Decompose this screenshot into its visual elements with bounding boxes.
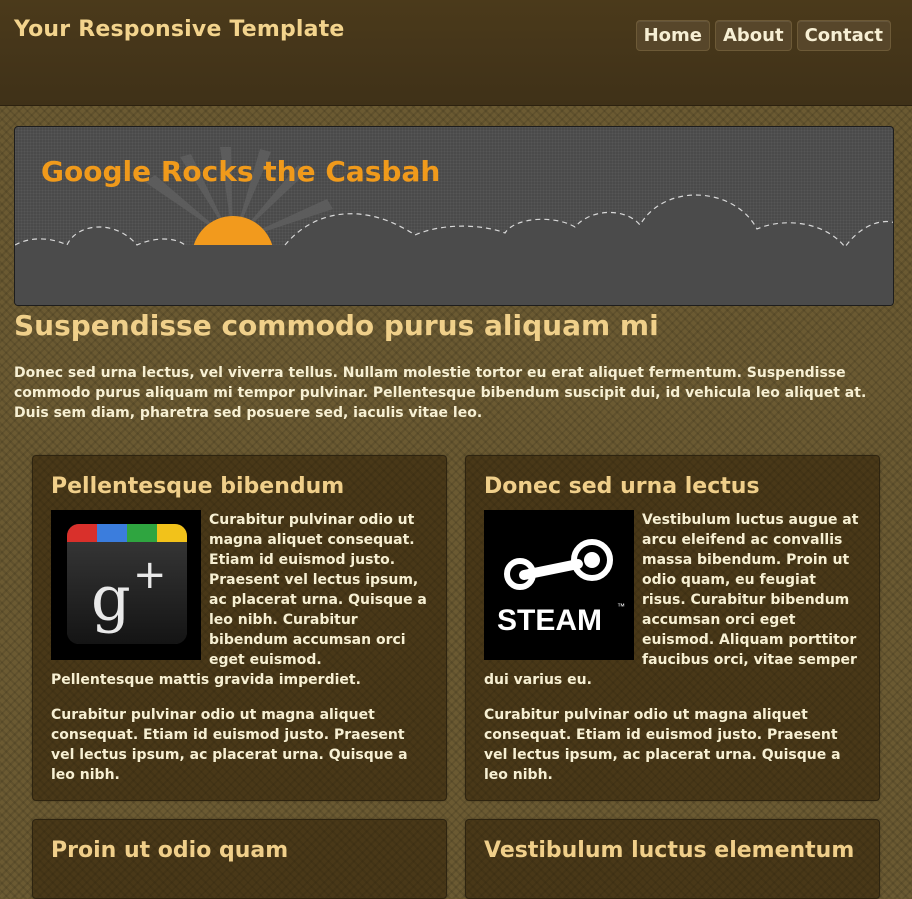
card-text-2: Curabitur pulvinar odio ut magna aliquet… [484,707,841,783]
feature-card-1: Pellentesque bibendum g + Curabitur pulv… [32,455,447,801]
svg-text:™: ™ [617,602,625,611]
svg-text:g: g [91,562,131,635]
hero-banner: Google Rocks the Casbah [14,126,894,306]
nav-home-link[interactable]: Home [635,20,710,51]
banner-title: Google Rocks the Casbah [41,155,441,188]
site-title[interactable]: Your Responsive Template [14,17,345,42]
card-title: Proin ut odio quam [51,838,289,863]
card-text-2: Curabitur pulvinar odio ut magna aliquet… [51,707,408,783]
steam-logo-icon: STEAM ™ [484,510,634,660]
intro-paragraph: Donec sed urna lectus, vel viverra tellu… [14,365,867,421]
cloud-layer [15,195,893,305]
steam-logo-text: STEAM [497,604,602,637]
feature-card-2: Donec sed urna lectus STEAM ™ Vestibulum… [465,455,880,801]
svg-text:+: + [133,552,167,598]
feature-card-3: Proin ut odio quam [32,819,447,899]
nav-contact-link[interactable]: Contact [796,20,891,51]
main-nav: Home About Contact [635,20,891,51]
page-headline: Suspendisse commodo purus aliquam mi [14,309,659,342]
site-header: Your Responsive Template Home About Cont… [0,0,912,106]
google-plus-icon: g + [51,510,201,660]
card-title: Donec sed urna lectus [484,474,760,499]
sunrise-clouds-illustration [15,147,893,305]
card-title: Vestibulum luctus elementum [484,838,855,863]
nav-about-link[interactable]: About [714,20,792,51]
card-title: Pellentesque bibendum [51,474,345,499]
feature-card-4: Vestibulum luctus elementum [465,819,880,899]
